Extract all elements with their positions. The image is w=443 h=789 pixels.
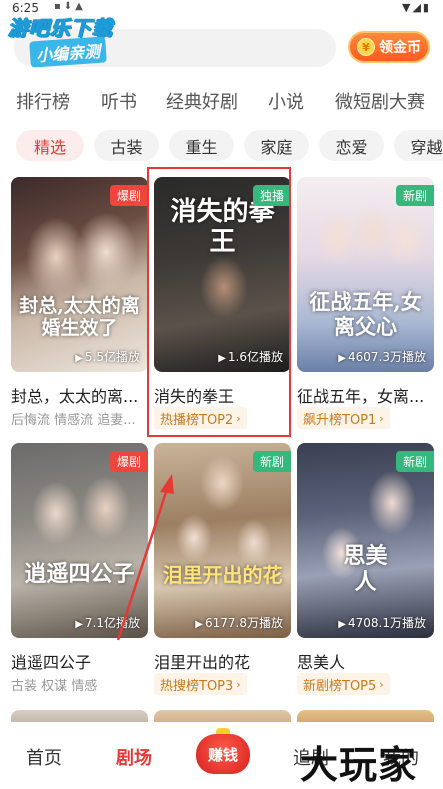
watermark-text: 大玩家 <box>300 743 418 787</box>
chip-featured[interactable]: 精选 <box>16 130 84 161</box>
chip-romance[interactable]: 恋爱 <box>319 130 384 161</box>
poster-title-art: 逍遥四公子 <box>24 561 135 587</box>
drama-poster[interactable]: 逍遥四公子 爆剧 ▶ 7.1亿播放 <box>11 443 148 638</box>
earn-button[interactable]: 赚钱 <box>194 728 252 776</box>
status-badge: 爆剧 <box>109 185 148 206</box>
play-icon: ▶ <box>338 353 346 364</box>
chevron-right-icon: › <box>236 677 241 691</box>
poster-title-art: 思美人 <box>343 543 388 595</box>
drama-poster[interactable]: 思美人 新剧 ▶ 4708.1万播放 <box>297 443 434 638</box>
chevron-right-icon: › <box>379 411 384 425</box>
watermark-logo: 游吧乐下载 小编亲测 <box>8 12 148 68</box>
drama-tags: 古装 权谋 情感 <box>11 679 98 694</box>
tab-short-drama-contest[interactable]: 微短剧大赛 <box>335 88 425 114</box>
tab-classic[interactable]: 经典好剧 <box>166 88 238 114</box>
chip-time-travel[interactable]: 穿越 <box>394 130 443 161</box>
drama-title[interactable]: 逍遥四公子 <box>11 649 148 673</box>
nav-theater[interactable]: 剧场 <box>116 744 152 770</box>
rank-tag[interactable]: 新剧榜TOP5 › <box>297 673 390 695</box>
status-badge: 新剧 <box>252 451 291 472</box>
play-count: ▶ 6177.8万播放 <box>195 616 283 630</box>
drama-card[interactable]: 思美人 新剧 ▶ 4708.1万播放 思美人 新剧榜TOP5 › <box>297 443 434 703</box>
status-badge: 爆剧 <box>109 451 148 472</box>
play-count: ▶ 4708.1万播放 <box>338 616 426 630</box>
poster-title-art: 泪里开出的花 <box>162 563 283 587</box>
notification-icons: ▪⬇▲ <box>54 1 86 12</box>
chip-family[interactable]: 家庭 <box>244 130 309 161</box>
drama-tags: 后悔流 情感流 追妻... <box>11 413 136 428</box>
chip-costume[interactable]: 古装 <box>94 130 159 161</box>
drama-card[interactable]: 逍遥四公子 爆剧 ▶ 7.1亿播放 逍遥四公子 古装 权谋 情感 <box>11 443 148 703</box>
drama-title[interactable]: 征战五年，女离... <box>297 383 434 407</box>
play-count: ▶ 5.5亿播放 <box>75 350 140 364</box>
filter-chips: 精选 古装 重生 家庭 恋爱 穿越 <box>0 130 443 162</box>
play-icon: ▶ <box>195 619 203 630</box>
tab-audiobook[interactable]: 听书 <box>101 88 137 114</box>
drama-poster[interactable]: 泪里开出的花 新剧 ▶ 6177.8万播放 <box>154 443 291 638</box>
play-icon: ▶ <box>75 619 83 630</box>
claim-coins-button[interactable]: ¥ 领金币 <box>348 31 430 63</box>
drama-title[interactable]: 思美人 <box>297 649 434 673</box>
rank-tag[interactable]: 飙升榜TOP1 › <box>297 407 390 429</box>
play-icon: ▶ <box>338 619 346 630</box>
category-tabs: 排行榜 听书 经典好剧 小说 微短剧大赛 <box>0 88 443 118</box>
poster-title-art: 征战五年,女离父心 <box>309 289 422 339</box>
signal-battery-icon: ▼◢▮ <box>402 1 431 14</box>
claim-coins-label: 领金币 <box>379 40 421 56</box>
drama-card[interactable]: 封总,太太的离婚生效了 爆剧 ▶ 5.5亿播放 封总，太太的离... 后悔流 情感… <box>11 177 148 437</box>
drama-poster[interactable]: 封总,太太的离婚生效了 爆剧 ▶ 5.5亿播放 <box>11 177 148 372</box>
coin-icon: ¥ <box>357 38 375 56</box>
play-icon: ▶ <box>75 353 83 364</box>
chip-rebirth[interactable]: 重生 <box>169 130 234 161</box>
nav-home[interactable]: 首页 <box>26 744 62 770</box>
drama-poster[interactable]: 征战五年,女离父心 新剧 ▶ 4607.3万播放 <box>297 177 434 372</box>
chevron-right-icon: › <box>379 677 384 691</box>
drama-title[interactable]: 封总，太太的离... <box>11 383 148 407</box>
drama-card[interactable]: 征战五年,女离父心 新剧 ▶ 4607.3万播放 征战五年，女离... 飙升榜TO… <box>297 177 434 437</box>
status-badge: 新剧 <box>395 185 434 206</box>
play-count: ▶ 7.1亿播放 <box>75 616 140 630</box>
drama-title[interactable]: 泪里开出的花 <box>154 649 291 673</box>
status-badge: 新剧 <box>395 451 434 472</box>
poster-title-art: 封总,太太的离婚生效了 <box>19 295 140 339</box>
tab-novel[interactable]: 小说 <box>268 88 304 114</box>
drama-card[interactable]: 泪里开出的花 新剧 ▶ 6177.8万播放 泪里开出的花 热搜榜TOP3 › <box>154 443 291 703</box>
rank-tag[interactable]: 热搜榜TOP3 › <box>154 673 247 695</box>
play-count: ▶ 4607.3万播放 <box>338 350 426 364</box>
highlight-annotation <box>147 167 291 437</box>
tab-ranking[interactable]: 排行榜 <box>16 88 70 114</box>
